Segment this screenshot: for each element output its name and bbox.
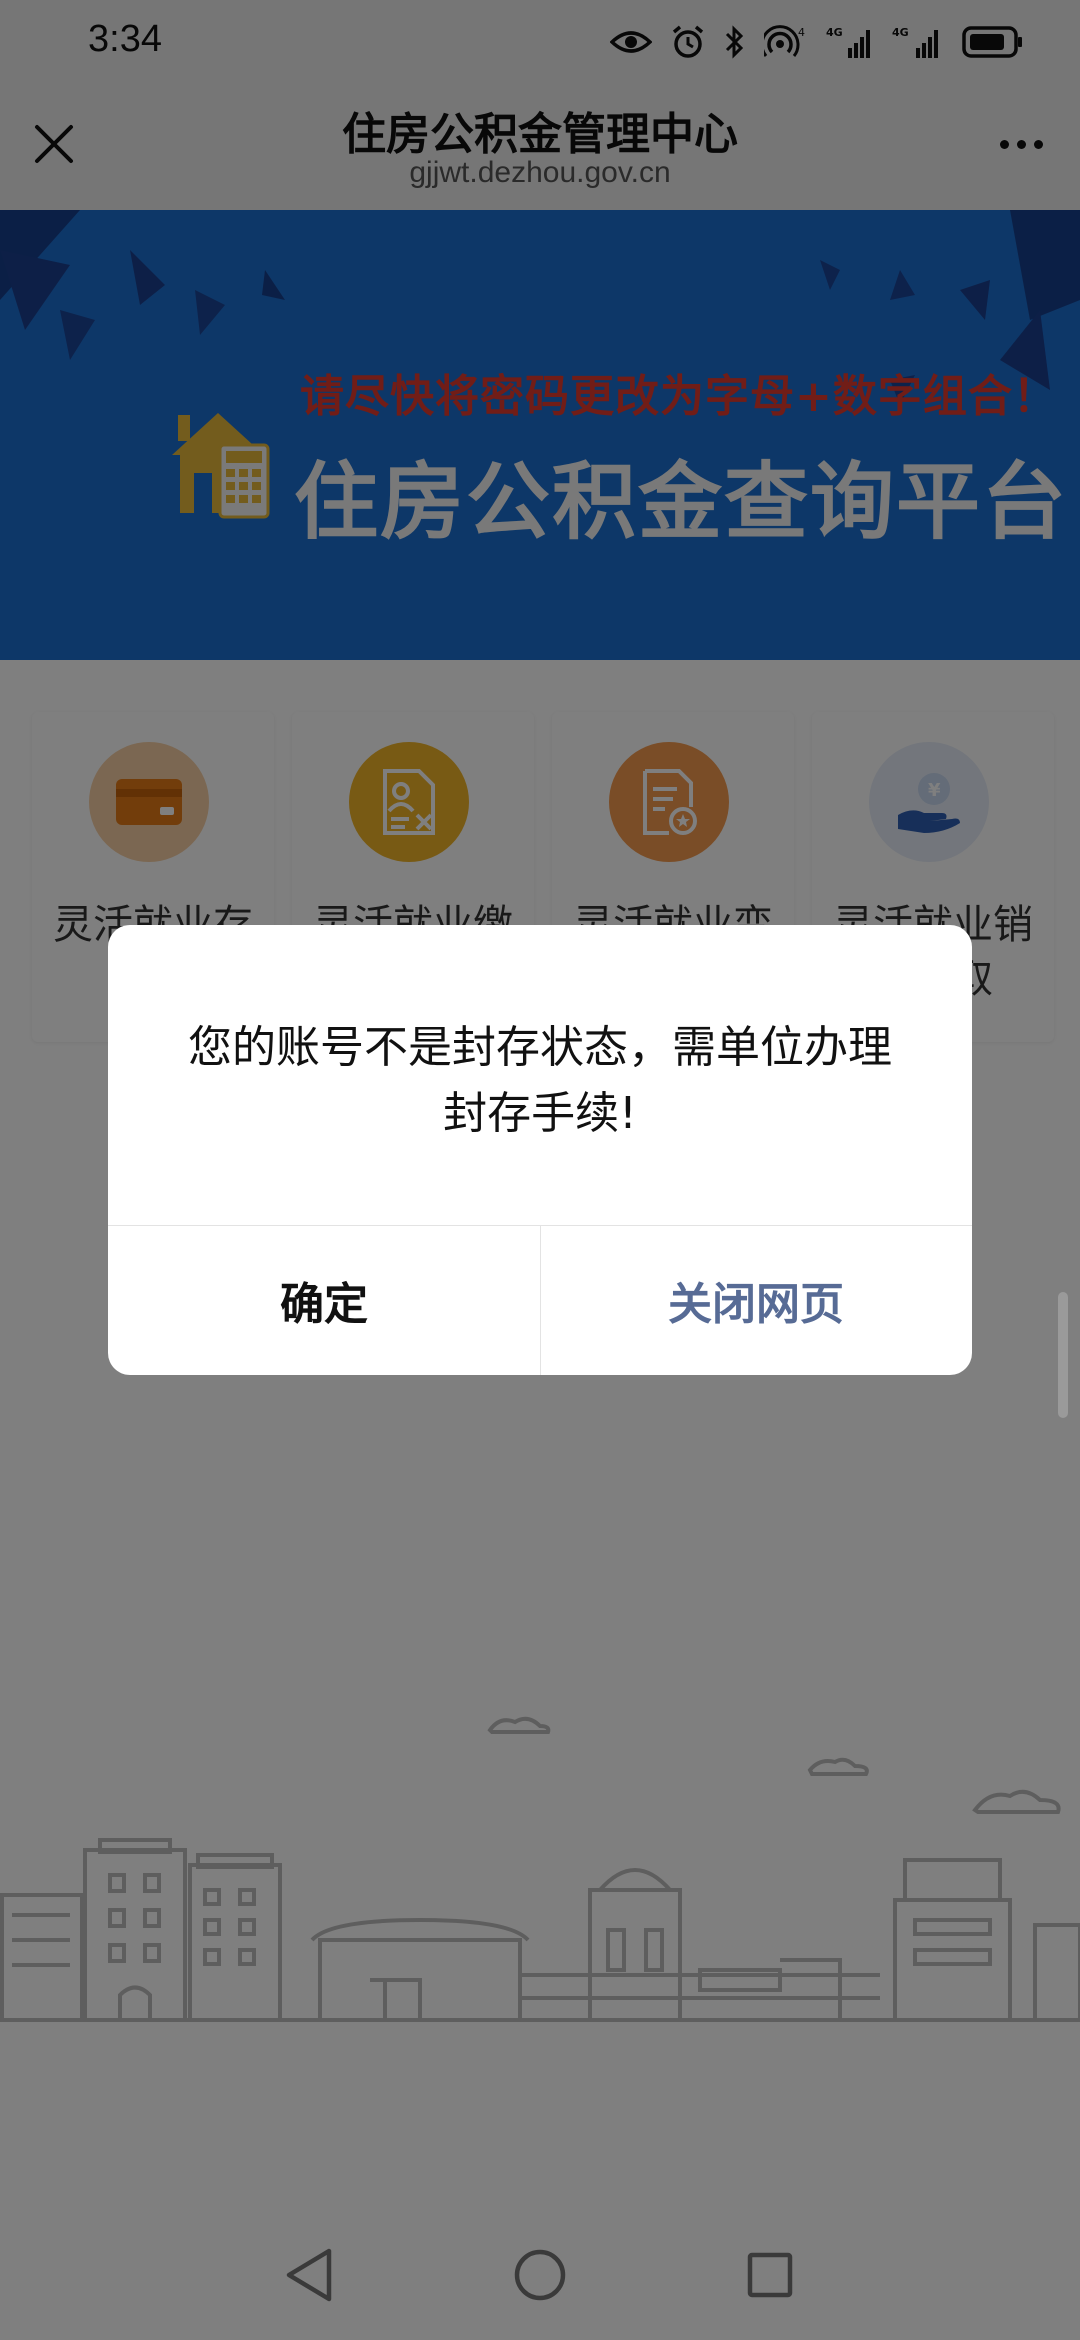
- recents-icon: [747, 2252, 793, 2298]
- home-icon: [514, 2249, 566, 2301]
- system-nav-bar: [0, 2210, 1080, 2340]
- recents-button[interactable]: [730, 2235, 810, 2315]
- back-button[interactable]: [270, 2235, 350, 2315]
- confirm-button[interactable]: 确定: [108, 1225, 540, 1375]
- alert-dialog: 您的账号不是封存状态，需单位办理封存手续! 确定 关闭网页: [108, 925, 972, 1375]
- back-icon: [286, 2248, 332, 2302]
- home-button[interactable]: [500, 2235, 580, 2315]
- dialog-message: 您的账号不是封存状态，需单位办理封存手续!: [188, 1022, 892, 1139]
- scrollbar-thumb[interactable]: [1058, 1292, 1068, 1418]
- close-webpage-button[interactable]: 关闭网页: [540, 1225, 972, 1375]
